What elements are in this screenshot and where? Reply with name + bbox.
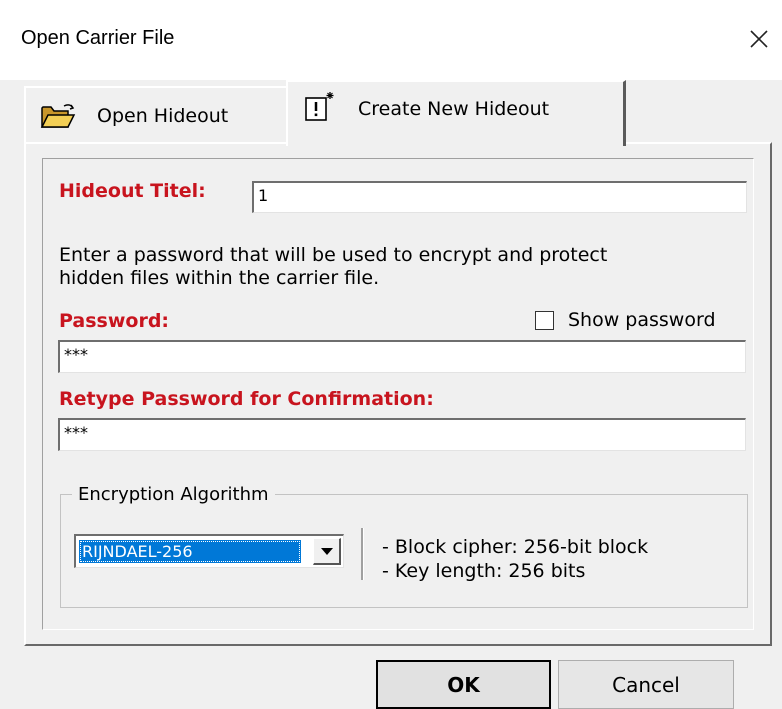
- retype-password-input[interactable]: ***: [58, 418, 746, 451]
- cancel-button[interactable]: Cancel: [558, 660, 734, 709]
- password-input[interactable]: ***: [58, 340, 746, 373]
- encryption-group-label: Encryption Algorithm: [72, 484, 275, 505]
- tab-create-new-hideout[interactable]: Create New Hideout: [286, 80, 626, 146]
- show-password-checkbox[interactable]: [535, 311, 554, 330]
- close-button[interactable]: [742, 22, 776, 56]
- encryption-algorithm-value: RIJNDAEL-256: [79, 540, 301, 563]
- show-password-label[interactable]: Show password: [568, 309, 716, 331]
- retype-password-label: Retype Password for Confirmation:: [59, 388, 434, 410]
- description-line-1: Enter a password that will be used to en…: [59, 244, 608, 266]
- new-document-sparkle-icon: [304, 90, 342, 129]
- key-length-info: - Key length: 256 bits: [382, 560, 586, 582]
- encryption-algorithm-select[interactable]: RIJNDAEL-256: [74, 534, 344, 568]
- tab-open-hideout[interactable]: Open Hideout: [24, 86, 288, 144]
- open-folder-icon: [40, 102, 76, 135]
- divider: [361, 528, 364, 580]
- description-line-2: hidden files within the carrier file.: [59, 267, 380, 289]
- title-bar: Open Carrier File: [0, 0, 782, 80]
- tab-open-hideout-label: Open Hideout: [97, 105, 229, 127]
- window-title: Open Carrier File: [21, 27, 175, 49]
- hideout-title-input[interactable]: 1: [252, 181, 747, 213]
- password-label: Password:: [59, 310, 170, 332]
- block-cipher-info: - Block cipher: 256-bit block: [382, 536, 649, 558]
- tab-create-new-hideout-label: Create New Hideout: [358, 98, 550, 120]
- close-icon: [750, 30, 768, 48]
- chevron-down-icon[interactable]: [313, 538, 341, 565]
- ok-button[interactable]: OK: [376, 660, 551, 709]
- hideout-title-label: Hideout Titel:: [59, 180, 206, 202]
